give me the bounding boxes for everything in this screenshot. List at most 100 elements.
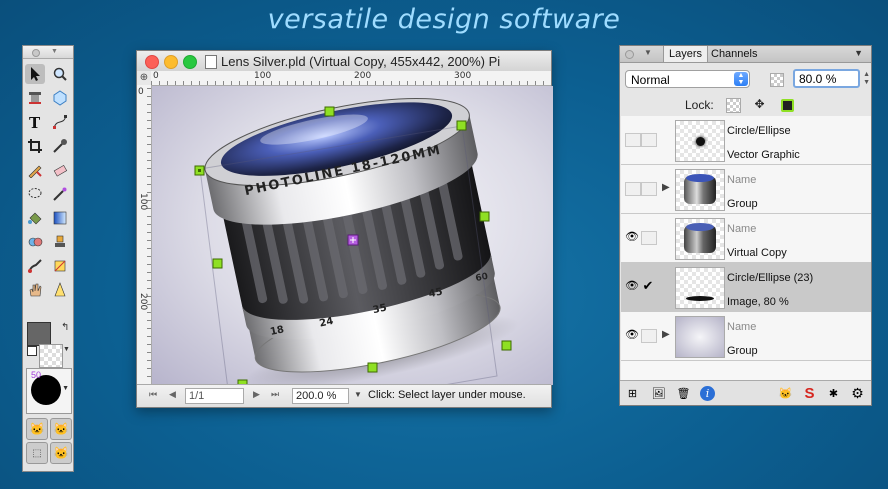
magic-wand-tool-icon[interactable] [50, 184, 70, 204]
hand-tool-icon[interactable] [25, 280, 45, 300]
status-text: Click: Select layer under mouse. [368, 389, 526, 401]
opacity-field[interactable]: 80.0 % ▲ ▼ [793, 69, 870, 88]
horizontal-ruler[interactable]: 0 100 200 300 [151, 71, 551, 86]
smudge-tool-icon[interactable] [50, 256, 70, 276]
mask-mode-button[interactable]: 🐱 [50, 418, 72, 440]
next-page-icon[interactable]: ▶ [253, 389, 260, 400]
group-expand-icon[interactable]: ▶ [662, 329, 670, 340]
ruler-h-label: 0 [153, 71, 159, 81]
select-arrows-icon: ▲ ▼ [734, 72, 748, 86]
eye-icon[interactable]: 👁 [625, 280, 639, 292]
visibility-toggle[interactable] [625, 133, 641, 147]
opacity-value: 80.0 % [799, 72, 837, 86]
panel-menu-icon[interactable]: ▼ [854, 48, 863, 58]
swap-colors-icon[interactable]: ↰ [61, 322, 69, 333]
eraser-tool-icon[interactable] [50, 160, 70, 180]
ruler-origin-icon[interactable]: ⊕ [137, 71, 152, 86]
gradient-tool-icon[interactable] [50, 208, 70, 228]
layer-style-icon[interactable]: S [802, 385, 817, 402]
tool-palette-titlebar[interactable]: ▼ [23, 46, 73, 59]
ruler-h-label: 300 [454, 71, 472, 81]
arrow-tool-icon[interactable] [25, 64, 45, 84]
adjustment-icon[interactable]: ✱ [826, 386, 841, 401]
image-canvas[interactable]: PHOTOLINE 18-120MM 18 24 35 45 60 [152, 86, 553, 385]
stamp-tool-icon[interactable] [25, 88, 45, 108]
brush-dropdown-icon[interactable]: ▼ [62, 385, 69, 392]
foreground-color-swatch[interactable] [27, 322, 51, 346]
eye-icon[interactable]: 👁 [625, 329, 639, 341]
pencil-tool-icon[interactable] [25, 160, 45, 180]
lasso-tool-icon[interactable] [25, 184, 45, 204]
document-titlebar[interactable]: Lens Silver.pld (Virtual Copy, 455x442, … [137, 51, 551, 72]
opacity-stepper[interactable]: ▲ ▼ [863, 71, 870, 87]
layer-checkbox[interactable] [641, 133, 657, 147]
layer-name: Circle/Ellipse [727, 125, 791, 137]
brush-size-label: 50 [31, 370, 42, 380]
bucket-tool-icon[interactable] [25, 208, 45, 228]
layer-effects-icon[interactable]: 🐱 [778, 386, 793, 401]
lock-all-icon[interactable] [781, 99, 794, 112]
close-window-button[interactable] [145, 55, 159, 69]
clone-tool-icon[interactable] [25, 232, 45, 252]
shape-tool-icon[interactable] [50, 88, 70, 108]
color-dropdown-icon[interactable]: ▼ [63, 346, 70, 353]
layers-panel: ▼ Layers Channels ▼ Normal ▲ ▼ 80.0 % ▲ ▼ … [619, 45, 872, 406]
info-icon[interactable]: i [700, 386, 715, 401]
palette-close-button[interactable] [32, 49, 40, 57]
sharpen-tool-icon[interactable] [50, 280, 70, 300]
new-image-layer-icon[interactable]: 🖼 [651, 386, 666, 401]
panel-collapse-icon[interactable]: ▼ [644, 48, 652, 57]
brush-preview[interactable]: 50 ▼ [26, 368, 72, 414]
prev-page-icon[interactable]: ◀ [169, 389, 176, 400]
palette-menu-icon[interactable]: ▼ [51, 48, 58, 55]
crop-tool-icon[interactable] [25, 136, 45, 156]
layer-row[interactable]: Circle/Ellipse Vector Graphic [621, 116, 871, 165]
gear-icon[interactable]: ⚙ [850, 385, 865, 401]
layer-thumbnail [675, 169, 725, 211]
checkmark-icon[interactable]: ✔ [641, 279, 655, 292]
quick-mask-button[interactable]: 🐱 [50, 442, 72, 464]
zoom-field[interactable]: 200.0 % [292, 388, 349, 404]
blend-mode-select[interactable]: Normal ▲ ▼ [625, 70, 750, 88]
last-page-icon[interactable]: ⏭ [271, 389, 279, 400]
panel-close-button[interactable] [625, 50, 634, 59]
layer-row[interactable]: ▶ Name Group [621, 165, 871, 214]
group-expand-icon[interactable]: ▶ [662, 182, 670, 193]
lock-transparency-icon[interactable] [726, 98, 741, 113]
layer-checkbox[interactable] [641, 182, 657, 196]
layer-row[interactable]: 👁 ▶ Name Group [621, 312, 871, 361]
vertical-ruler[interactable]: 0 100 200 [137, 85, 152, 385]
blend-mode-value: Normal [631, 73, 670, 87]
eye-icon[interactable]: 👁 [625, 231, 639, 243]
layer-checkbox[interactable] [641, 329, 657, 343]
page-field[interactable]: 1/1 [185, 388, 244, 404]
minimize-window-button[interactable] [164, 55, 178, 69]
svg-text:T: T [29, 114, 41, 130]
lock-position-icon[interactable]: ✥ [753, 98, 766, 111]
new-layer-icon[interactable]: ⊞ [625, 386, 640, 401]
zoom-tool-icon[interactable] [50, 64, 70, 84]
light-tool-icon[interactable] [50, 232, 70, 252]
text-tool-icon[interactable]: T [25, 112, 45, 132]
layer-thumbnail [675, 316, 725, 358]
delete-layer-icon[interactable]: 🗑 [676, 386, 691, 401]
view-mode-button[interactable]: 🐱 [26, 418, 48, 440]
first-page-icon[interactable]: ⏮ [149, 389, 157, 400]
transform-handle [501, 340, 512, 351]
brush-tool-icon[interactable] [25, 256, 45, 276]
layer-row-selected[interactable]: 👁 ✔ Circle/Ellipse (23) Image, 80 % [621, 263, 871, 312]
tab-channels[interactable]: Channels [706, 46, 762, 62]
node-tool-icon[interactable] [50, 112, 70, 132]
visibility-toggle[interactable] [625, 182, 641, 196]
layer-row[interactable]: 👁 Name Virtual Copy [621, 214, 871, 263]
zoom-dropdown-icon[interactable]: ▼ [354, 390, 362, 399]
tab-layers[interactable]: Layers [663, 46, 709, 62]
lens-artwork: PHOTOLINE 18-120MM 18 24 35 45 60 [194, 98, 519, 385]
background-color-swatch[interactable] [39, 344, 63, 368]
reset-colors-icon[interactable] [27, 346, 37, 356]
zoom-window-button[interactable] [183, 55, 197, 69]
layer-checkbox[interactable] [641, 231, 657, 245]
pipette-tool-icon[interactable] [50, 136, 70, 156]
selection-mode-button[interactable]: ⬚ [26, 442, 48, 464]
layer-type: Group [727, 198, 758, 210]
